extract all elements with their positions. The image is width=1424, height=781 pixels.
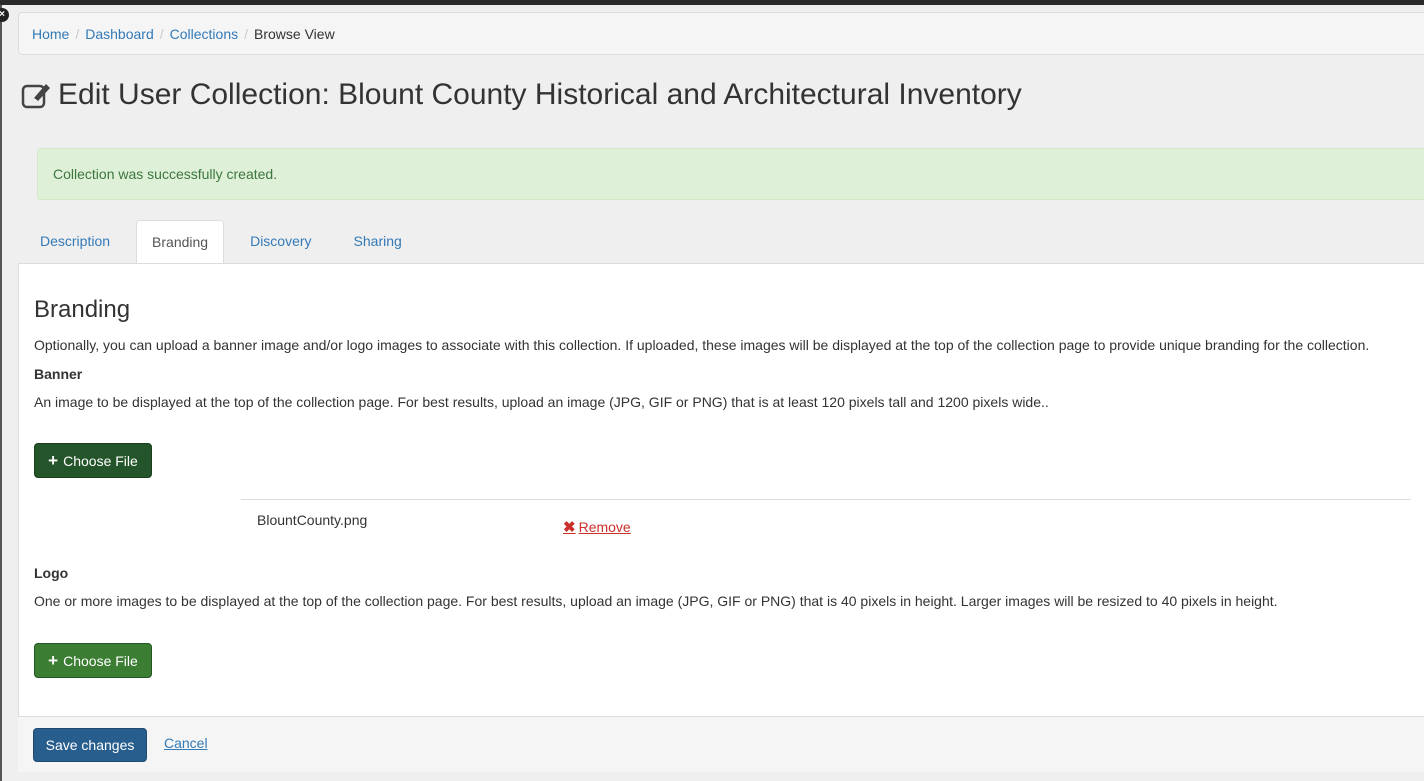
form-actions: Save changes Cancel: [18, 716, 1424, 772]
plus-icon: +: [48, 651, 59, 670]
banner-choose-file-button[interactable]: + Choose File: [34, 443, 152, 478]
page-title-text: Edit User Collection: Blount County Hist…: [58, 78, 1022, 111]
branding-intro: Optionally, you can upload a banner imag…: [34, 337, 1370, 353]
tab-discovery[interactable]: Discovery: [234, 220, 327, 262]
breadcrumb-dashboard-link[interactable]: Dashboard: [85, 26, 154, 42]
banner-file-row: BlountCounty.png ✖ Remove: [241, 499, 1411, 539]
logo-choose-file-button[interactable]: + Choose File: [34, 643, 152, 678]
success-alert-text: Collection was successfully created.: [53, 166, 278, 182]
success-alert: Collection was successfully created.: [37, 148, 1424, 200]
banner-label: Banner: [34, 366, 83, 382]
plus-icon: +: [48, 451, 59, 470]
breadcrumb-separator: /: [244, 25, 249, 42]
window-left-edge: [0, 5, 2, 781]
remove-x-icon: ✖: [563, 519, 576, 536]
tab-branding[interactable]: Branding: [136, 220, 225, 264]
logo-choose-file-label: Choose File: [63, 652, 138, 669]
close-icon[interactable]: ×: [0, 8, 9, 22]
save-changes-button[interactable]: Save changes: [33, 728, 147, 762]
logo-label: Logo: [34, 565, 69, 581]
cancel-link[interactable]: Cancel: [164, 735, 208, 751]
tab-description[interactable]: Description: [24, 220, 126, 262]
breadcrumb-separator: /: [75, 25, 80, 42]
remove-banner-link[interactable]: ✖ Remove: [563, 518, 631, 536]
banner-file-name: BlountCounty.png: [257, 512, 368, 528]
window-top-bar: [0, 0, 1424, 5]
banner-help-text: An image to be displayed at the top of t…: [34, 394, 1049, 410]
breadcrumb: Home / Dashboard / Collections / Browse …: [18, 12, 1424, 55]
edit-icon: [21, 84, 50, 109]
breadcrumb-collections-link[interactable]: Collections: [170, 26, 238, 42]
tab-sharing[interactable]: Sharing: [338, 220, 418, 262]
page-title: Edit User Collection: Blount County Hist…: [20, 78, 1022, 112]
breadcrumb-current: Browse View: [254, 25, 335, 42]
breadcrumb-home-link[interactable]: Home: [32, 26, 69, 42]
branding-heading: Branding: [34, 296, 131, 323]
banner-choose-file-label: Choose File: [63, 452, 138, 469]
logo-help-text: One or more images to be displayed at th…: [34, 593, 1278, 609]
breadcrumb-separator: /: [159, 25, 164, 42]
tab-bar: Description Branding Discovery Sharing: [18, 220, 1424, 264]
branding-panel: Branding Optionally, you can upload a ba…: [18, 263, 1424, 717]
remove-banner-label: Remove: [578, 519, 631, 535]
